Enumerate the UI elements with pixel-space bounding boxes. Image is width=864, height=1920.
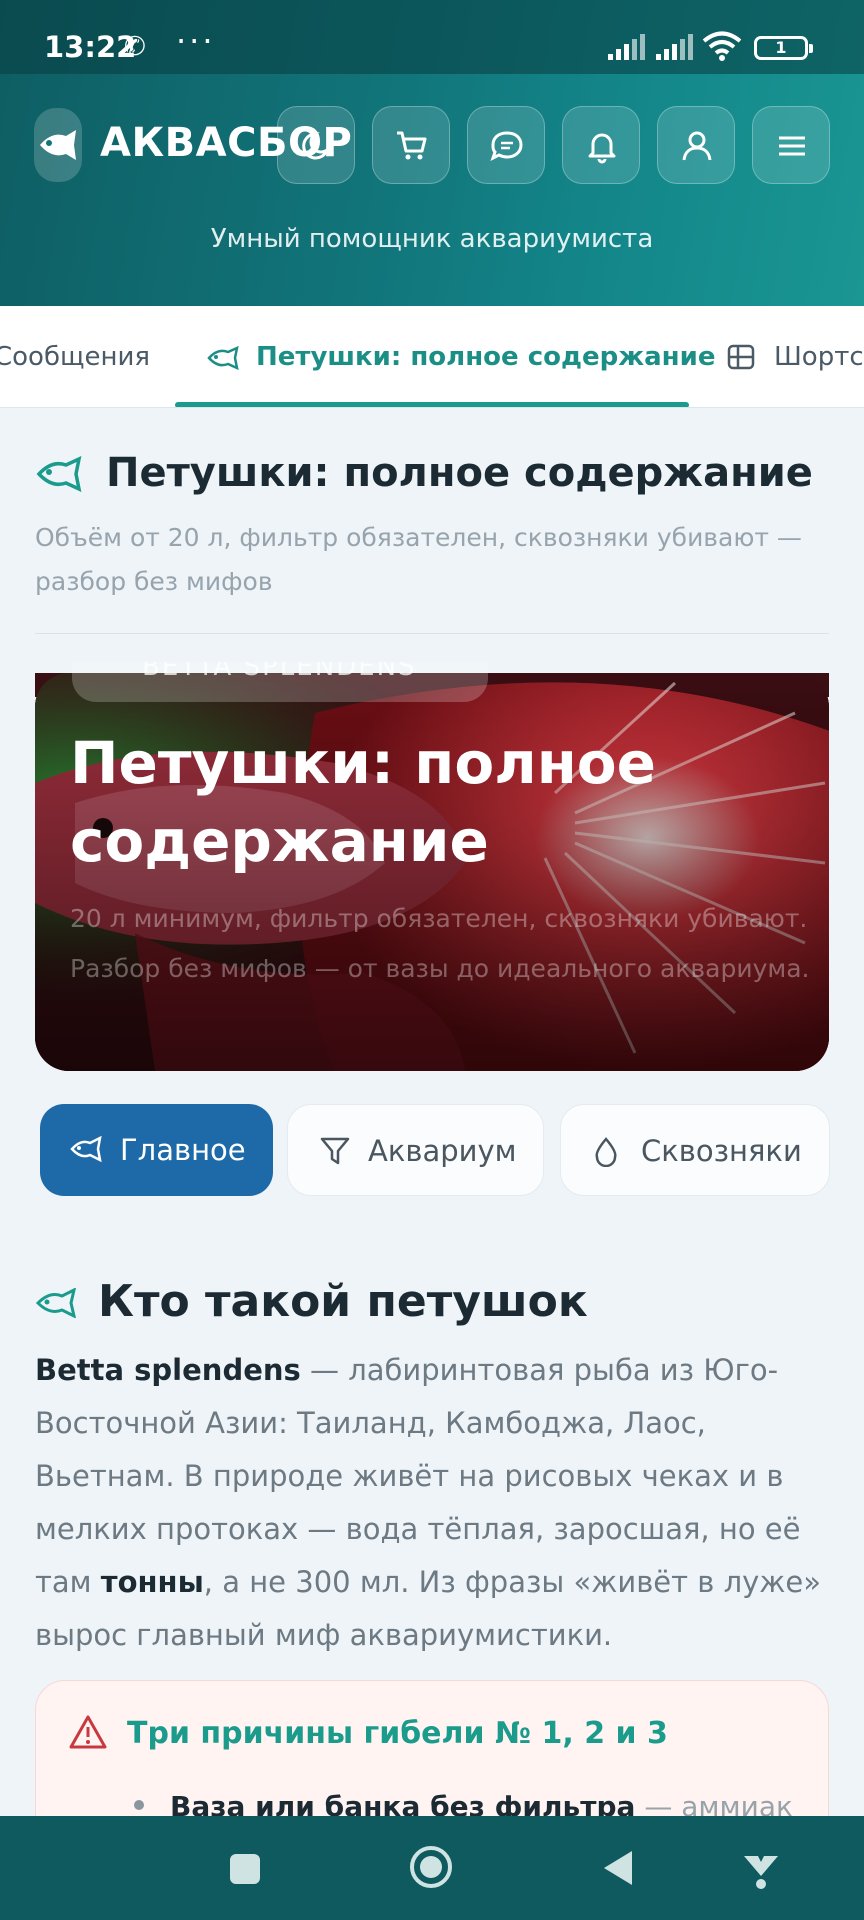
cart-button[interactable] bbox=[372, 106, 450, 184]
fish-logo-icon bbox=[40, 130, 76, 160]
status-time: 13:22 bbox=[44, 30, 137, 64]
assistant-icon[interactable] bbox=[742, 1846, 780, 1890]
tab-shorts[interactable]: Шортс bbox=[774, 342, 864, 372]
filter-icon bbox=[320, 1137, 350, 1165]
tab-betta[interactable]: Петушки: полное содержание bbox=[256, 342, 715, 372]
logo[interactable] bbox=[34, 108, 82, 182]
hamburger-icon bbox=[779, 136, 805, 156]
signal-icon bbox=[608, 34, 645, 60]
battery-icon: 1 bbox=[754, 36, 813, 60]
tagline: Умный помощник аквариумиста bbox=[210, 224, 654, 254]
status-bar: 13:22 ✆ ··· 1 bbox=[0, 0, 864, 74]
system-nav-bar bbox=[0, 1816, 864, 1920]
warning-icon bbox=[69, 1715, 107, 1749]
bullet bbox=[134, 1800, 144, 1810]
fish-icon bbox=[36, 456, 82, 492]
chip-aquarium[interactable]: Аквариум bbox=[287, 1104, 544, 1196]
profile-button[interactable] bbox=[657, 106, 735, 184]
cart-icon bbox=[397, 131, 427, 160]
bell-icon bbox=[588, 133, 616, 164]
page-subtitle: Объём от 20 л, фильтр обязателен, сквозн… bbox=[35, 523, 802, 596]
call-icon: ✆ bbox=[124, 32, 146, 62]
emphasis: тонны bbox=[100, 1565, 204, 1599]
section-title: Кто такой петушок bbox=[98, 1276, 588, 1327]
signal-icon-2 bbox=[656, 34, 693, 60]
theme-toggle-button[interactable] bbox=[277, 106, 355, 184]
chip-aquarium-label: Аквариум bbox=[368, 1134, 517, 1168]
wifi-icon bbox=[702, 31, 742, 61]
recents-icon[interactable] bbox=[228, 1852, 262, 1886]
app-header: 13:22 ✆ ··· 1 АКВАСБОР Умный помощник ак… bbox=[0, 0, 864, 306]
hero-title: Петушки: полное содержание bbox=[70, 729, 656, 875]
paragraph-text: — лабиринтовая рыба из Юго-Восточной Ази… bbox=[35, 1353, 801, 1599]
drop-icon bbox=[595, 1137, 617, 1167]
chip-main[interactable]: Главное bbox=[40, 1104, 273, 1196]
fish-icon bbox=[207, 346, 239, 370]
hero-description: 20 л минимум, фильтр обязателен, сквозня… bbox=[70, 904, 810, 983]
fish-icon bbox=[36, 1288, 76, 1318]
species-name: Betta splendens bbox=[35, 1353, 301, 1387]
chat-icon bbox=[490, 131, 523, 161]
chip-drafts-label: Сквозняки bbox=[641, 1134, 802, 1168]
fish-icon bbox=[70, 1136, 102, 1162]
notifications-button[interactable] bbox=[562, 106, 640, 184]
user-icon bbox=[682, 131, 712, 161]
tab-bar: Сообщения Петушки: полное содержание Шор… bbox=[0, 306, 864, 408]
hero-chip: BETTA SPLENDENS bbox=[72, 662, 488, 702]
more-notifications-icon: ··· bbox=[176, 22, 216, 60]
menu-button[interactable] bbox=[752, 106, 830, 184]
active-tab-indicator bbox=[175, 402, 689, 407]
chip-drafts[interactable]: Сквозняки bbox=[560, 1104, 830, 1196]
chip-main-label: Главное bbox=[120, 1133, 246, 1167]
page-title: Петушки: полное содержание bbox=[106, 450, 813, 496]
moon-icon bbox=[302, 132, 331, 160]
grid-icon bbox=[727, 344, 755, 370]
messages-button[interactable] bbox=[467, 106, 545, 184]
section-paragraph: Betta splendens — лабиринтовая рыба из Ю… bbox=[35, 1344, 835, 1662]
tab-messages[interactable]: Сообщения bbox=[0, 342, 150, 372]
warning-title: Три причины гибели № 1, 2 и 3 bbox=[127, 1716, 668, 1751]
divider bbox=[35, 633, 829, 634]
back-icon[interactable] bbox=[600, 1848, 636, 1888]
home-icon[interactable] bbox=[408, 1844, 454, 1890]
